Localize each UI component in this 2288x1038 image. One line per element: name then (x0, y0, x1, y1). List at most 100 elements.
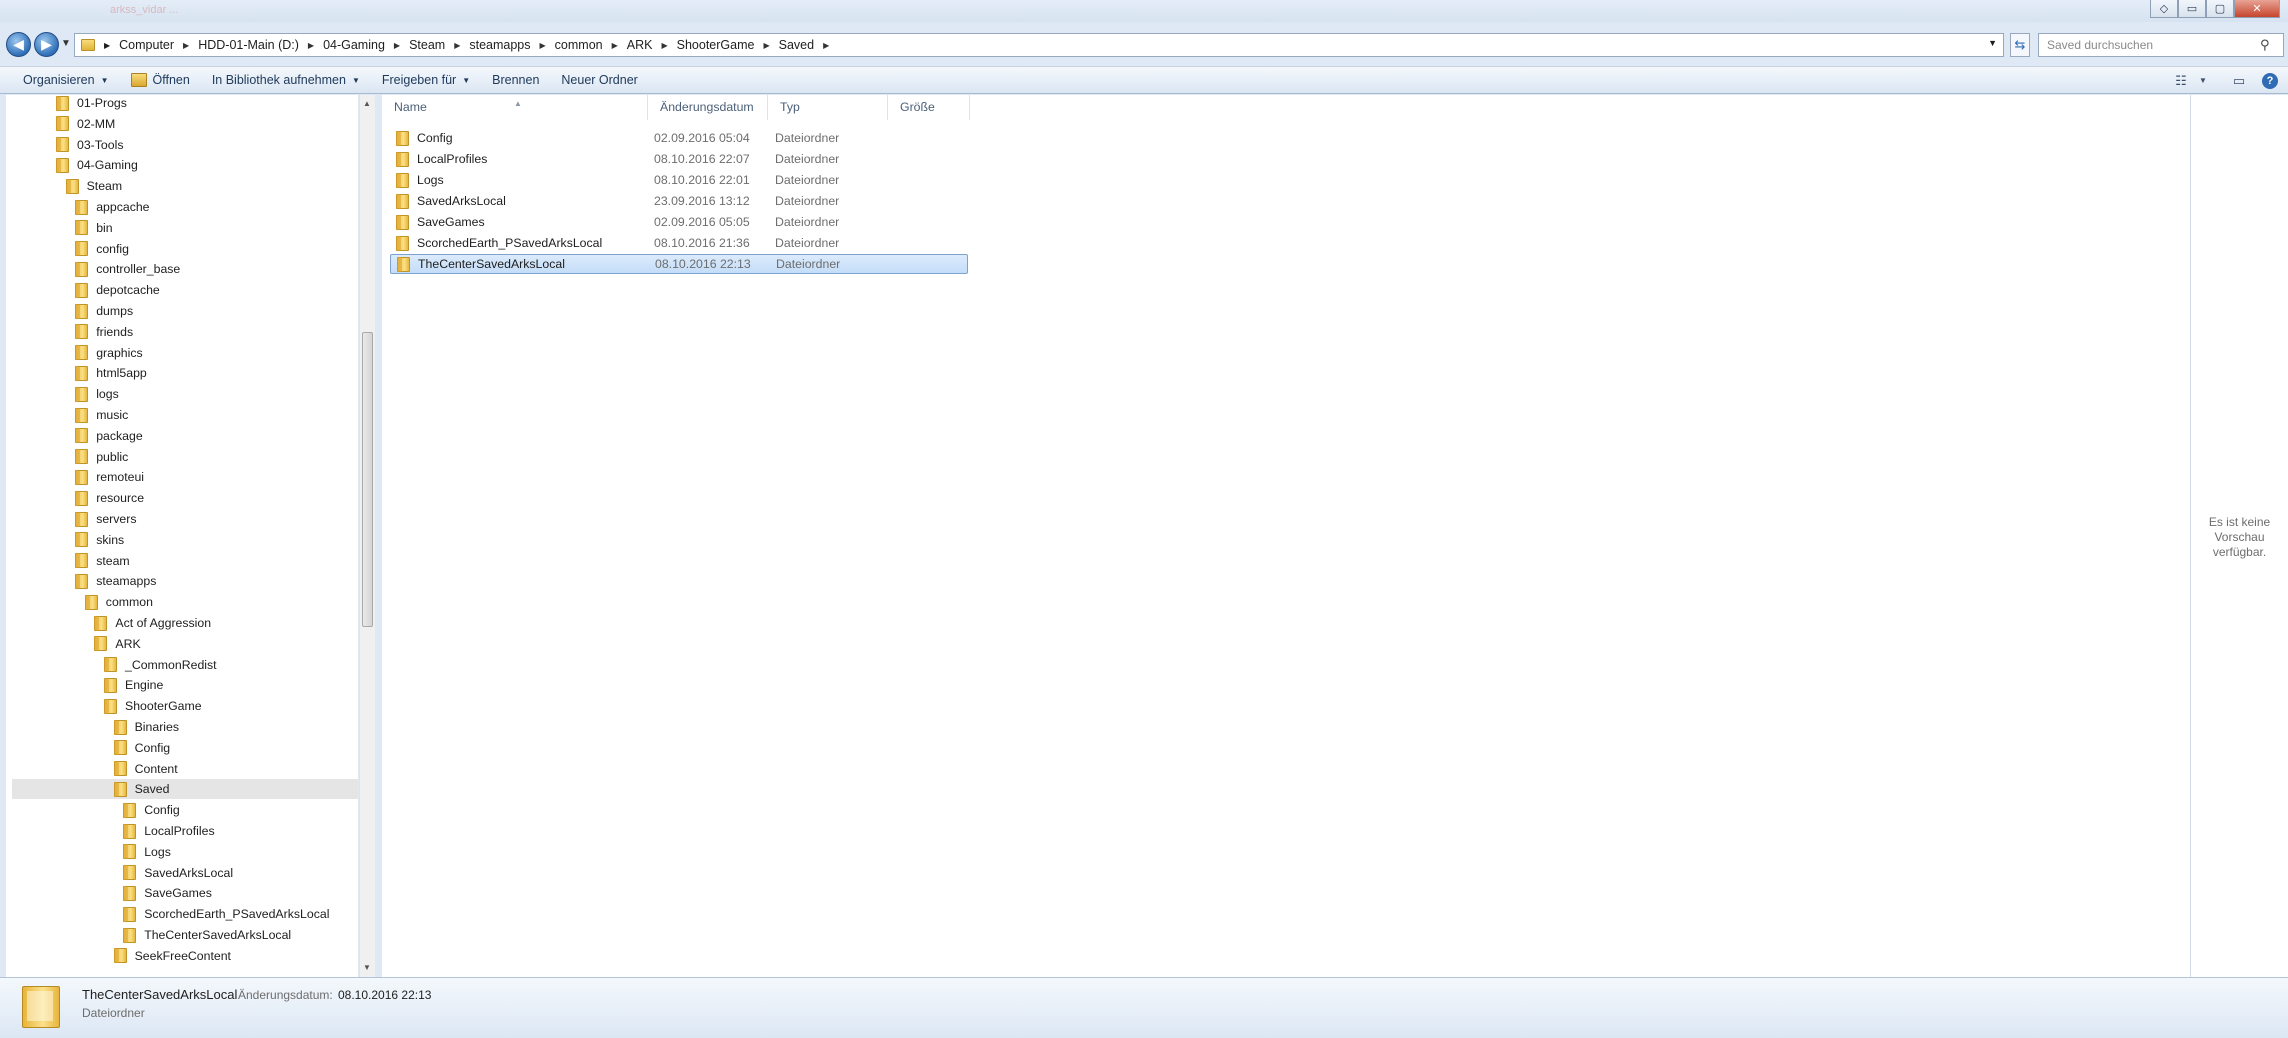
tree-item[interactable]: ShooterGame (6, 696, 202, 716)
tree-item[interactable]: remoteui (6, 467, 144, 487)
scrollbar-thumb[interactable] (362, 332, 373, 627)
tree-item[interactable]: package (6, 426, 143, 446)
tree-item[interactable]: graphics (6, 343, 143, 363)
view-options-dropdown-icon[interactable]: ▼ (2196, 76, 2210, 85)
search-icon[interactable]: ⚲ (2260, 37, 2270, 53)
tree-item[interactable]: resource (6, 488, 144, 508)
scroll-down-icon[interactable]: ▼ (363, 963, 371, 972)
tree-item[interactable]: SaveGames (6, 883, 212, 903)
breadcrumb-chevron-icon[interactable]: ▶ (658, 41, 670, 50)
file-name-cell: Config (396, 130, 453, 146)
breadcrumb-item[interactable]: common ▶ (549, 38, 621, 52)
tree-item[interactable]: music (6, 405, 128, 425)
tree-item[interactable]: public (6, 447, 128, 467)
tree-item[interactable]: TheCenterSavedArksLocal (6, 925, 291, 945)
tree-item[interactable]: steamapps (6, 571, 156, 591)
tree-item[interactable]: friends (6, 322, 133, 342)
breadcrumb-chevron-icon[interactable]: ▶ (760, 41, 772, 50)
tree-item[interactable]: 04-Gaming (6, 155, 138, 175)
breadcrumb-root-chevron[interactable]: ▶ (101, 41, 113, 50)
navigation-scrollbar[interactable]: ▲ ▼ (359, 95, 375, 977)
minimize-button[interactable]: ▭ (2178, 0, 2206, 18)
tree-item[interactable]: bin (6, 218, 113, 238)
tree-item[interactable]: 02-MM (6, 114, 115, 134)
window-extra-button[interactable]: ◇ (2150, 0, 2178, 18)
file-row[interactable]: SavedArksLocal 23.09.2016 13:12 Dateiordne… (390, 191, 968, 211)
back-button[interactable]: ◀ (6, 32, 31, 57)
tree-item[interactable]: servers (6, 509, 137, 529)
tree-item[interactable]: html5app (6, 363, 147, 383)
tree-item[interactable]: 01-Progs (6, 95, 127, 113)
column-type-header[interactable]: Typ (768, 95, 888, 120)
tree-item[interactable]: ScorchedEarth_PSavedArksLocal (6, 904, 329, 924)
address-history-dropdown-icon[interactable]: ▼ (1988, 38, 1997, 48)
file-row[interactable]: SaveGames 02.09.2016 05:05 Dateiordner (390, 212, 968, 232)
view-options-icon[interactable]: ☷ (2166, 73, 2196, 89)
breadcrumb-chevron-icon[interactable]: ▶ (180, 41, 192, 50)
tree-item[interactable]: controller_base (6, 259, 180, 279)
share-with-button[interactable]: Freigeben für ▼ (371, 68, 481, 92)
tree-item[interactable]: LocalProfiles (6, 821, 215, 841)
column-name-header[interactable]: Name ▲ (382, 95, 648, 120)
preview-pane-toggle-icon[interactable]: ▭ (2224, 73, 2254, 89)
organize-button[interactable]: Organisieren ▼ (12, 68, 120, 92)
address-bar[interactable]: ▶ Computer ▶ HDD-01-Main (D:) ▶ 04-Gaming ▶ St… (74, 33, 2004, 57)
breadcrumb-item[interactable]: HDD-01-Main (D:) ▶ (192, 38, 317, 52)
breadcrumb-chevron-icon[interactable]: ▶ (451, 41, 463, 50)
close-button[interactable]: ✕ (2234, 0, 2280, 18)
file-row[interactable]: Config 02.09.2016 05:04 Dateiordner (390, 128, 968, 148)
breadcrumb-item[interactable]: 04-Gaming ▶ (317, 38, 403, 52)
breadcrumb-chevron-icon[interactable]: ▶ (609, 41, 621, 50)
tree-item[interactable]: skins (6, 530, 124, 550)
search-input[interactable] (2038, 33, 2284, 57)
refresh-button[interactable]: ⇆ (2010, 33, 2030, 57)
breadcrumb-item[interactable]: ARK ▶ (621, 38, 671, 52)
tree-item[interactable]: Binaries (6, 717, 179, 737)
file-row[interactable]: Logs 08.10.2016 22:01 Dateiordner (390, 170, 968, 190)
maximize-button[interactable]: ▢ (2206, 0, 2234, 18)
new-folder-button[interactable]: Neuer Ordner (550, 68, 648, 92)
scroll-up-icon[interactable]: ▲ (363, 99, 371, 108)
breadcrumb-chevron-icon[interactable]: ▶ (537, 41, 549, 50)
tree-item[interactable]: Engine (6, 675, 163, 695)
tree-item[interactable]: Content (6, 759, 178, 779)
tree-item[interactable]: dumps (6, 301, 133, 321)
burn-button[interactable]: Brennen (481, 68, 550, 92)
open-button[interactable]: Öffnen (120, 68, 201, 92)
tree-item[interactable]: Logs (6, 842, 171, 862)
breadcrumb-item[interactable]: steamapps ▶ (463, 38, 548, 52)
tree-item[interactable]: depotcache (6, 280, 160, 300)
help-icon[interactable]: ? (2262, 72, 2278, 89)
add-to-library-button[interactable]: In Bibliothek aufnehmen ▼ (201, 68, 371, 92)
tree-item[interactable]: logs (6, 384, 119, 404)
breadcrumb-item[interactable]: Computer ▶ (113, 38, 192, 52)
column-date-header[interactable]: Änderungsdatum (648, 95, 768, 120)
tree-item[interactable]: Act of Aggression (6, 613, 211, 633)
tree-item[interactable]: steam (6, 551, 130, 571)
tree-item[interactable]: Steam (6, 176, 122, 196)
breadcrumb-item[interactable]: Steam ▶ (403, 38, 463, 52)
column-size-header[interactable]: Größe (888, 95, 970, 120)
breadcrumb-chevron-icon[interactable]: ▶ (305, 41, 317, 50)
file-row[interactable]: ScorchedEarth_PSavedArksLocal 08.10.2016 … (390, 233, 968, 253)
tree-item[interactable]: Config (6, 738, 170, 758)
tree-item[interactable]: Config (6, 800, 180, 820)
tree-item[interactable]: _CommonRedist (6, 655, 217, 675)
tree-item[interactable]: Saved (12, 779, 358, 800)
recent-pages-dropdown-icon[interactable]: ▼ (61, 38, 71, 49)
breadcrumb-chevron-icon[interactable]: ▶ (820, 41, 832, 50)
file-row[interactable]: LocalProfiles 08.10.2016 22:07 Dateiordner (390, 149, 968, 169)
breadcrumb-item[interactable]: ShooterGame ▶ (671, 38, 773, 52)
tree-item[interactable]: common (6, 592, 153, 612)
tree-item[interactable]: config (6, 239, 129, 259)
breadcrumb-chevron-icon[interactable]: ▶ (391, 41, 403, 50)
tree-item[interactable]: SavedArksLocal (6, 863, 233, 883)
no-preview-message: Es ist keine Vorschau verfügbar. (2208, 515, 2271, 559)
tree-item[interactable]: ARK (6, 634, 141, 654)
forward-button[interactable]: ▶ (34, 32, 59, 57)
breadcrumb-item[interactable]: Saved ▶ (773, 38, 833, 52)
file-row[interactable]: TheCenterSavedArksLocal 08.10.2016 22:13 D… (390, 254, 968, 274)
tree-item[interactable]: appcache (6, 197, 150, 217)
tree-item[interactable]: SeekFreeContent (6, 946, 231, 966)
tree-item[interactable]: 03-Tools (6, 135, 123, 155)
